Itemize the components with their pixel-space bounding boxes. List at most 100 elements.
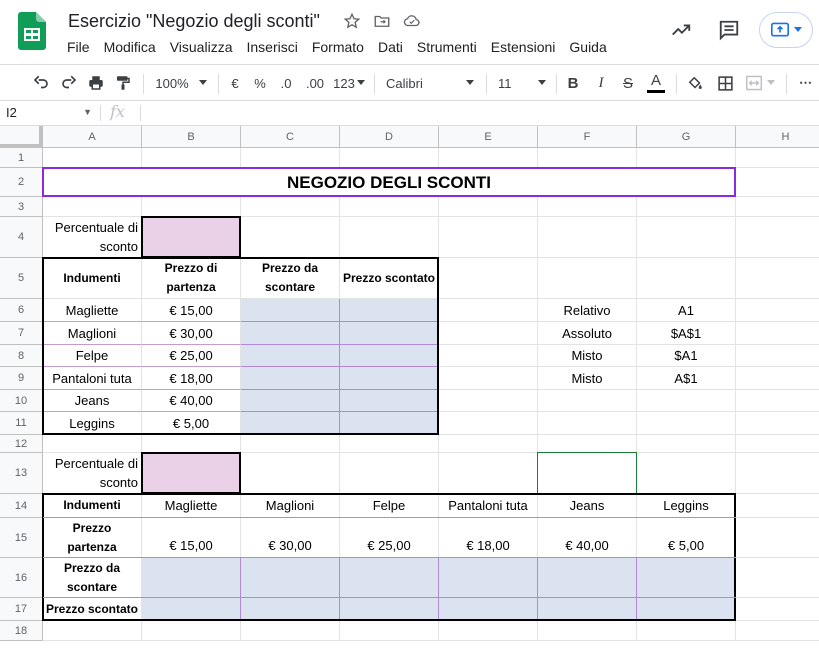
grid-cell[interactable] — [736, 453, 819, 494]
grid-cell[interactable] — [241, 453, 340, 494]
row-header-18[interactable]: 18 — [0, 621, 43, 641]
grid-cell[interactable] — [736, 217, 819, 258]
grid-cell[interactable] — [241, 148, 340, 168]
table2-price-to-discount-cell[interactable] — [241, 558, 340, 598]
grid-cell[interactable] — [538, 148, 637, 168]
row-header-8[interactable]: 8 — [0, 345, 43, 367]
table2-discounted-price-cell[interactable] — [142, 598, 241, 621]
grid-cell[interactable] — [538, 197, 637, 217]
activity-trend-icon[interactable] — [663, 12, 699, 48]
grid-cell[interactable] — [340, 197, 439, 217]
grid-cell[interactable] — [439, 217, 538, 258]
column-header-d[interactable]: D — [340, 126, 439, 148]
grid-cell[interactable] — [439, 258, 538, 299]
present-button[interactable] — [759, 12, 813, 48]
grid-cell[interactable] — [439, 299, 538, 322]
menu-inserisci[interactable]: Inserisci — [239, 38, 304, 56]
grid-cell[interactable] — [538, 412, 637, 435]
discounted-price-cell[interactable] — [340, 390, 439, 412]
row-header-17[interactable]: 17 — [0, 598, 43, 621]
price-to-discount-cell[interactable] — [241, 299, 340, 322]
number-format-select[interactable]: 123 — [331, 72, 367, 94]
grid-cell[interactable] — [637, 453, 736, 494]
table2-discounted-price-cell[interactable] — [241, 598, 340, 621]
redo-icon[interactable] — [58, 72, 80, 94]
grid-cell[interactable] — [736, 299, 819, 322]
discount-percent-input[interactable] — [142, 217, 241, 258]
grid-cell[interactable] — [241, 435, 340, 453]
grid-cell[interactable] — [538, 258, 637, 299]
grid-cell[interactable] — [736, 345, 819, 367]
column-header-g[interactable]: G — [637, 126, 736, 148]
menu-modifica[interactable]: Modifica — [97, 38, 163, 56]
grid-cell[interactable] — [142, 435, 241, 453]
grid-cell[interactable] — [43, 148, 142, 168]
strikethrough-icon[interactable]: S — [617, 72, 639, 94]
grid-cell[interactable] — [340, 148, 439, 168]
move-folder-icon[interactable] — [372, 11, 392, 31]
column-header-f[interactable]: F — [538, 126, 637, 148]
grid-cell[interactable] — [538, 435, 637, 453]
grid-cell[interactable] — [736, 558, 819, 598]
merge-cells-icon[interactable] — [742, 72, 778, 94]
grid-cell[interactable] — [736, 390, 819, 412]
zoom-select[interactable]: 100% — [152, 72, 210, 94]
row-header-5[interactable]: 5 — [0, 258, 43, 299]
row-header-15[interactable]: 15 — [0, 518, 43, 558]
row-header-14[interactable]: 14 — [0, 494, 43, 518]
row-header-4[interactable]: 4 — [0, 217, 43, 258]
grid-cell[interactable] — [538, 621, 637, 641]
table2-price-to-discount-cell[interactable] — [142, 558, 241, 598]
row-header-1[interactable]: 1 — [0, 148, 43, 168]
name-box[interactable]: I2 ▼ — [0, 101, 100, 125]
grid-cell[interactable] — [637, 197, 736, 217]
row-header-7[interactable]: 7 — [0, 322, 43, 345]
grid-cell[interactable] — [736, 322, 819, 345]
discounted-price-cell[interactable] — [340, 322, 439, 345]
grid-cell[interactable] — [340, 453, 439, 494]
table2-discounted-price-cell[interactable] — [340, 598, 439, 621]
grid-cell[interactable] — [43, 435, 142, 453]
row-header-9[interactable]: 9 — [0, 367, 43, 390]
column-header-c[interactable]: C — [241, 126, 340, 148]
column-header-a[interactable]: A — [43, 126, 142, 148]
grid-cell[interactable] — [637, 148, 736, 168]
grid-cell[interactable] — [736, 412, 819, 435]
grid-cell[interactable] — [736, 258, 819, 299]
grid-cell[interactable] — [43, 197, 142, 217]
price-to-discount-cell[interactable] — [241, 367, 340, 390]
price-to-discount-cell[interactable] — [241, 390, 340, 412]
percent-format-button[interactable]: % — [250, 72, 270, 94]
grid-cell[interactable] — [439, 621, 538, 641]
sheet-title[interactable]: NEGOZIO DEGLI SCONTI — [43, 168, 736, 197]
star-icon[interactable] — [342, 11, 362, 31]
more-options-icon[interactable]: ⋯ — [796, 72, 816, 94]
column-header-e[interactable]: E — [439, 126, 538, 148]
grid-cell[interactable] — [439, 453, 538, 494]
table2-discounted-price-cell[interactable] — [439, 598, 538, 621]
grid-cell[interactable] — [736, 435, 819, 453]
grid-cell[interactable] — [736, 367, 819, 390]
grid-cell[interactable] — [340, 621, 439, 641]
grid-cell[interactable] — [637, 217, 736, 258]
grid-cell[interactable] — [538, 453, 637, 494]
row-header-2[interactable]: 2 — [0, 168, 43, 197]
grid-cell[interactable] — [340, 435, 439, 453]
grid-cell[interactable] — [142, 197, 241, 217]
discounted-price-cell[interactable] — [340, 345, 439, 367]
menu-formato[interactable]: Formato — [305, 38, 371, 56]
grid-cell[interactable] — [637, 412, 736, 435]
grid-cell[interactable] — [736, 148, 819, 168]
bold-icon[interactable]: B — [562, 72, 584, 94]
cloud-status-icon[interactable] — [402, 11, 422, 31]
grid-cell[interactable] — [439, 435, 538, 453]
grid-cell[interactable] — [142, 148, 241, 168]
menu-guida[interactable]: Guida — [562, 38, 613, 56]
discounted-price-cell[interactable] — [340, 367, 439, 390]
grid-cell[interactable] — [439, 197, 538, 217]
grid-cell[interactable] — [241, 197, 340, 217]
grid-cell[interactable] — [439, 390, 538, 412]
undo-icon[interactable] — [30, 72, 52, 94]
grid-cell[interactable] — [637, 390, 736, 412]
row-header-13[interactable]: 13 — [0, 453, 43, 494]
